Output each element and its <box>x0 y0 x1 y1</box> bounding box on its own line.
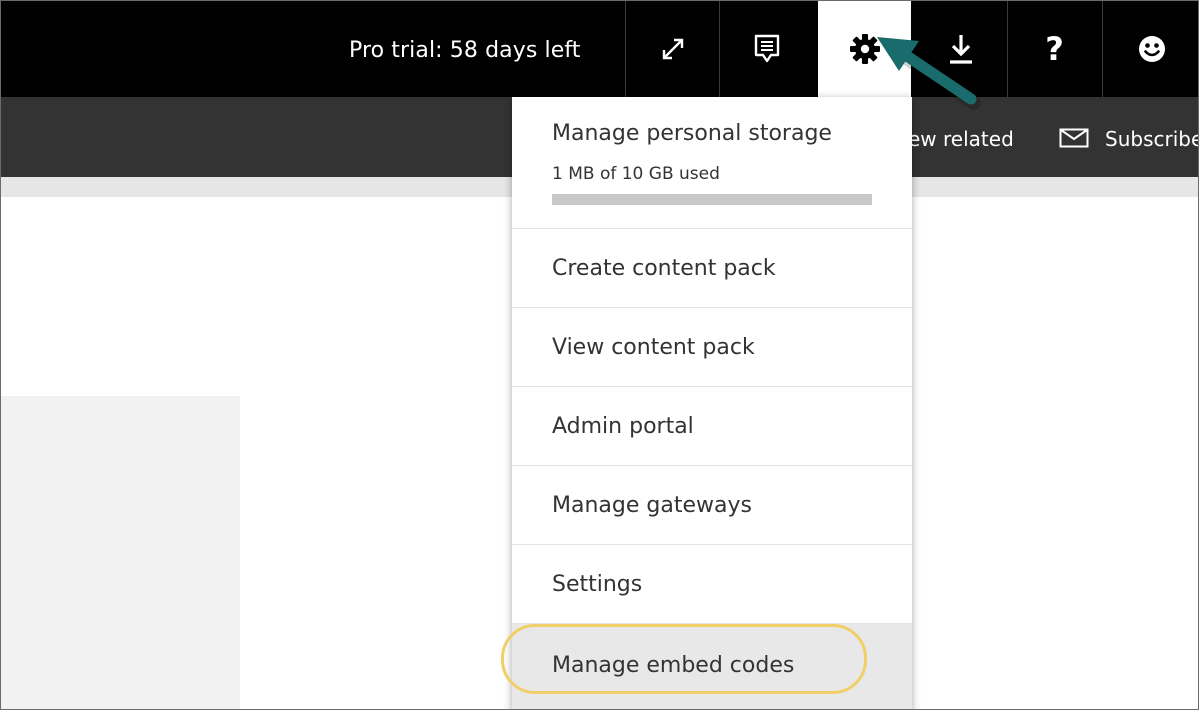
side-panel <box>1 396 240 709</box>
menu-item-manage-gateways[interactable]: Manage gateways <box>512 465 912 544</box>
help-button[interactable]: ? <box>1008 1 1101 97</box>
smiley-icon <box>1137 34 1167 64</box>
menu-item-label: Manage gateways <box>552 493 752 518</box>
highlight-oval <box>501 624 867 694</box>
feedback-button[interactable] <box>720 1 813 97</box>
help-icon: ? <box>1045 30 1064 68</box>
menu-item-admin-portal[interactable]: Admin portal <box>512 386 912 465</box>
expand-button[interactable] <box>626 1 719 97</box>
menu-item-view-content-pack[interactable]: View content pack <box>512 307 912 386</box>
feedback-icon <box>752 33 782 65</box>
mail-icon <box>1059 128 1089 152</box>
storage-progress-bar <box>552 194 872 205</box>
annotation-arrow-icon <box>877 37 981 110</box>
storage-title: Manage personal storage <box>552 121 832 146</box>
screenshot-frame: Pro trial: 58 days left ? ew related Sub… <box>0 0 1199 710</box>
subscribe-button[interactable]: Subscribe <box>1105 97 1198 177</box>
storage-usage: 1 MB of 10 GB used <box>552 164 720 184</box>
manage-storage-item[interactable]: Manage personal storage 1 MB of 10 GB us… <box>512 97 912 228</box>
expand-icon <box>660 36 686 62</box>
menu-item-create-content-pack[interactable]: Create content pack <box>512 228 912 307</box>
menu-item-label: Admin portal <box>552 414 694 439</box>
menu-item-label: Settings <box>552 572 643 597</box>
settings-menu: Manage personal storage 1 MB of 10 GB us… <box>512 97 912 709</box>
menu-item-label: View content pack <box>552 335 755 360</box>
smiley-button[interactable] <box>1103 1 1198 97</box>
pro-trial-text[interactable]: Pro trial: 58 days left <box>349 1 581 97</box>
menu-item-settings[interactable]: Settings <box>512 544 912 623</box>
menu-item-label: Create content pack <box>552 256 776 281</box>
top-bar: Pro trial: 58 days left ? <box>1 1 1198 97</box>
